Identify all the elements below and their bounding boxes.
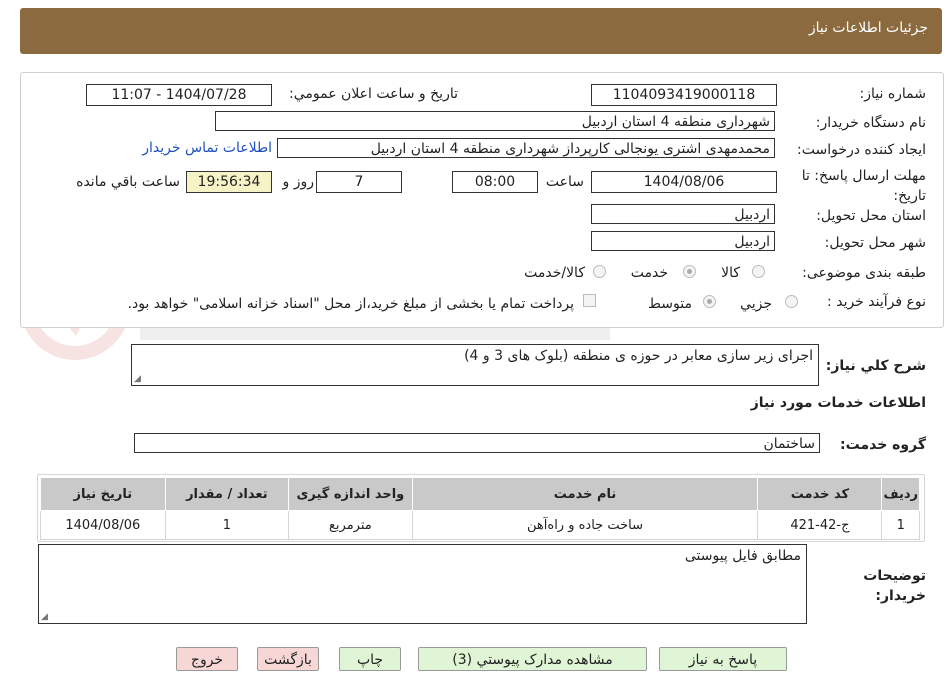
need-number-label: شماره نیاز: bbox=[859, 86, 927, 102]
remaining-label: ساعت باقي مانده bbox=[76, 174, 180, 190]
deadline-time-field: 08:00 bbox=[452, 171, 538, 193]
buyer-org-label: نام دستگاه خريدار: bbox=[815, 115, 926, 131]
cell-unit: مترمربع bbox=[288, 510, 413, 540]
col-service-name: نام خدمت bbox=[411, 477, 759, 511]
table-row: 1 ج-42-421 ساخت جاده و راه‌آهن مترمربع 1… bbox=[40, 510, 920, 540]
resize-grip-icon[interactable]: ◢ bbox=[134, 375, 141, 384]
table-header-row: رديف کد خدمت نام خدمت واحد اندازه گيری ت… bbox=[40, 477, 920, 511]
cell-row-number: 1 bbox=[881, 510, 920, 540]
buyer-notes-text: مطابق فایل پیوستی bbox=[684, 548, 801, 564]
reply-button[interactable]: پاسخ به نياز bbox=[659, 647, 787, 671]
city-field: اردبیل bbox=[591, 231, 775, 251]
page-title: جزئیات اطلاعات نیاز bbox=[808, 20, 928, 36]
print-button[interactable]: چاپ bbox=[339, 647, 401, 671]
category-label: طبقه بندی موضوعی: bbox=[802, 265, 926, 281]
remaining-time-field: 19:56:34 bbox=[186, 171, 272, 193]
treasury-checkbox[interactable] bbox=[583, 294, 596, 307]
province-field: اردبیل bbox=[591, 204, 775, 224]
process-radio-minor[interactable] bbox=[785, 295, 798, 308]
category-radio-service[interactable] bbox=[683, 265, 696, 278]
announce-field: 1404/07/28 - 11:07 bbox=[86, 84, 272, 106]
services-table: رديف کد خدمت نام خدمت واحد اندازه گيری ت… bbox=[40, 477, 920, 540]
category-option-goods: کالا bbox=[721, 265, 740, 281]
cell-service-name: ساخت جاده و راه‌آهن bbox=[411, 510, 759, 540]
payment-note: پرداخت تمام یا بخشی از مبلغ خرید،از محل … bbox=[127, 296, 574, 312]
cell-service-code: ج-42-421 bbox=[757, 510, 883, 540]
resize-grip-icon[interactable]: ◢ bbox=[41, 613, 48, 622]
back-button[interactable]: بازگشت bbox=[257, 647, 319, 671]
category-radio-goods[interactable] bbox=[752, 265, 765, 278]
service-group-field: ساختمان bbox=[134, 433, 820, 453]
process-option-minor: جزيي bbox=[740, 296, 772, 312]
buyer-org-field: شهرداری منطقه 4 استان اردبیل bbox=[215, 111, 775, 131]
deadline-time-label: ساعت bbox=[545, 174, 584, 190]
services-section-title: اطلاعات خدمات مورد نياز bbox=[750, 395, 926, 411]
requester-label: ايجاد کننده درخواست: bbox=[797, 142, 926, 158]
buyer-notes-field: مطابق فایل پیوستی ◢ bbox=[38, 544, 807, 624]
category-option-goods-service: کالا/خدمت bbox=[524, 265, 585, 281]
process-label: نوع فرآيند خريد : bbox=[827, 294, 926, 310]
category-option-service: خدمت bbox=[630, 265, 668, 281]
buyer-notes-label: توضيحات خريدار: bbox=[863, 568, 926, 604]
province-label: استان محل تحويل: bbox=[816, 208, 926, 224]
col-service-code: کد خدمت bbox=[757, 477, 883, 511]
deadline-label: مهلت ارسال پاسخ: تا تاريخ: bbox=[801, 168, 926, 204]
need-number-field: 1104093419000118 bbox=[591, 84, 777, 106]
days-field: 7 bbox=[316, 171, 402, 193]
process-option-medium: متوسط bbox=[648, 296, 692, 312]
col-unit: واحد اندازه گيری bbox=[288, 477, 413, 511]
requester-field: محمدمهدی اشتری یونجالی کارپرداز شهرداری … bbox=[277, 138, 775, 158]
category-radio-goods-service[interactable] bbox=[593, 265, 606, 278]
service-group-label: گروه خدمت: bbox=[840, 437, 926, 453]
description-text: اجرای زیر سازی معابر در حوزه ی منطقه (بل… bbox=[464, 348, 813, 364]
deadline-date-field: 1404/08/06 bbox=[591, 171, 777, 193]
description-label: شرح کلي نياز: bbox=[825, 358, 926, 374]
process-radio-medium[interactable] bbox=[703, 295, 716, 308]
col-need-date: تاريخ نياز bbox=[40, 477, 166, 511]
cell-need-date: 1404/08/06 bbox=[40, 510, 166, 540]
page-header: جزئیات اطلاعات نیاز bbox=[20, 8, 942, 54]
col-row-number: رديف bbox=[881, 477, 920, 511]
announce-label: تاريخ و ساعت اعلان عمومي: bbox=[289, 86, 458, 102]
buyer-contact-link[interactable]: اطلاعات تماس خريدار bbox=[142, 140, 272, 156]
exit-button[interactable]: خروج bbox=[176, 647, 238, 671]
description-field: اجرای زیر سازی معابر در حوزه ی منطقه (بل… bbox=[131, 344, 819, 386]
attachments-button[interactable]: مشاهده مدارک پيوستي (3) bbox=[418, 647, 647, 671]
city-label: شهر محل تحويل: bbox=[824, 235, 926, 251]
col-quantity: تعداد / مقدار bbox=[164, 477, 290, 511]
days-label: روز و bbox=[282, 174, 315, 190]
cell-quantity: 1 bbox=[164, 510, 290, 540]
